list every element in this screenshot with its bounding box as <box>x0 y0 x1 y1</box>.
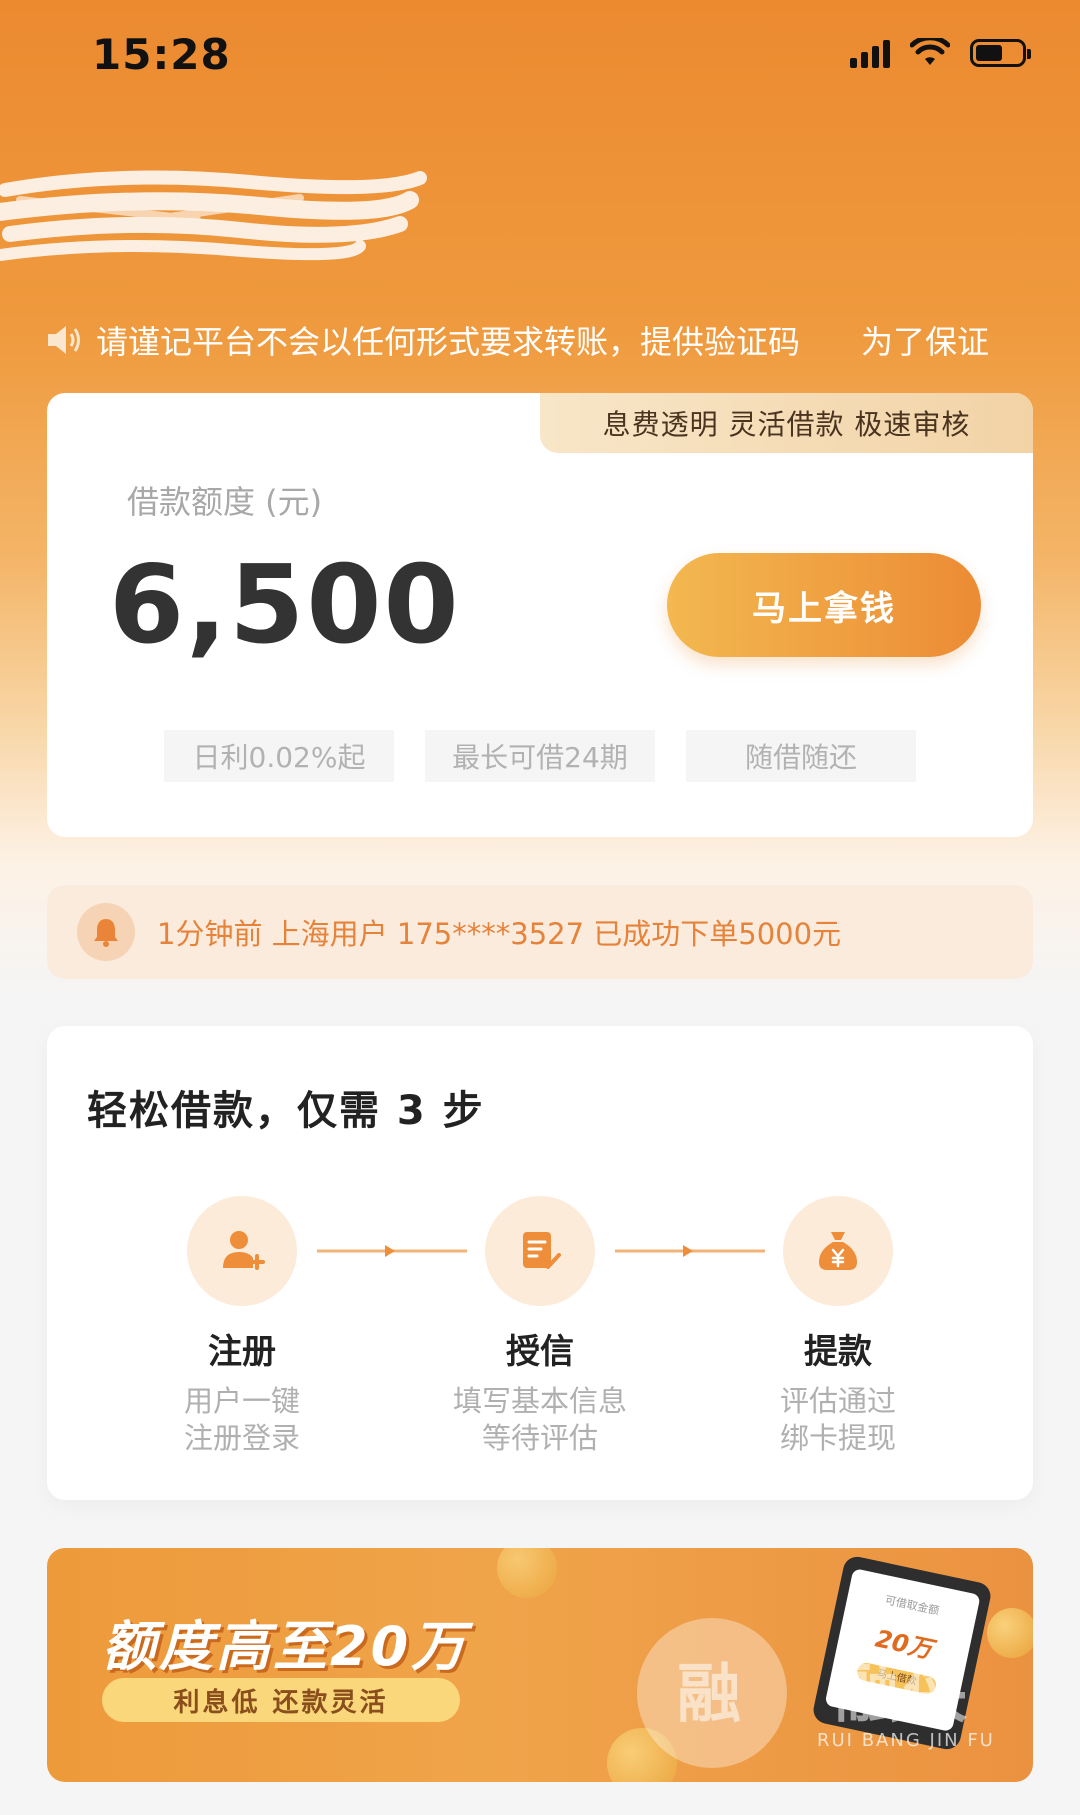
steps-title: 轻松借款，仅需 3 步 <box>87 1088 485 1134</box>
get-money-button[interactable]: 马上拿钱 <box>667 553 981 657</box>
feature-chips: 日利0.02%起 最长可借24期 随借随还 <box>164 730 916 782</box>
cellular-signal-icon <box>850 38 890 68</box>
loan-limit-card: 息费透明 灵活借款 极速审核 借款额度 (元) 6,500 马上拿钱 日利0.0… <box>47 393 1033 837</box>
banner-subtitle: 利息低 还款灵活 <box>102 1678 460 1722</box>
step-desc-line: 填写基本信息 <box>452 1384 627 1418</box>
watermark-char: 融侠 <box>835 1658 971 1732</box>
activity-ticker: 1分钟前 上海用户 175****3527 已成功下单5000元 <box>47 885 1033 979</box>
user-add-icon <box>187 1196 297 1306</box>
step-desc: 评估通过 绑卡提现 <box>708 1383 968 1457</box>
watermark-pinyin: RUI BANG JIN FU <box>817 1730 995 1751</box>
step-credit: 授信 填写基本信息 等待评估 <box>410 1196 670 1457</box>
step-desc-line: 用户一键 <box>183 1384 300 1418</box>
step-desc-line: 绑卡提现 <box>779 1421 896 1455</box>
step-name: 注册 <box>208 1332 276 1372</box>
document-check-icon <box>485 1196 595 1306</box>
limit-amount: 6,500 <box>109 543 461 668</box>
banner-title: 额度高至20万 <box>102 1615 469 1678</box>
tagline-badge: 息费透明 灵活借款 极速审核 <box>540 393 1033 453</box>
step-desc-line: 评估通过 <box>779 1384 896 1418</box>
battery-icon <box>970 39 1031 67</box>
step-register: 注册 用户一键 注册登录 <box>112 1196 372 1457</box>
step-withdraw: 提款 评估通过 绑卡提现 <box>708 1196 968 1457</box>
coin-decoration <box>497 1548 557 1598</box>
coin-decoration <box>987 1608 1033 1658</box>
bell-icon <box>77 903 135 961</box>
step-desc: 填写基本信息 等待评估 <box>410 1383 670 1457</box>
watermark-char: 融 <box>677 1658 745 1732</box>
status-bar: 15:28 <box>0 0 1080 110</box>
step-name: 提款 <box>804 1332 872 1372</box>
notice-marquee: 请谨记平台不会以任何形式要求转账，提供验证码 为了保证 <box>44 318 1080 362</box>
notice-text: 请谨记平台不会以任何形式要求转账，提供验证码 为了保证 <box>96 323 990 361</box>
feature-chip: 最长可借24期 <box>425 730 655 782</box>
wifi-icon <box>910 38 950 65</box>
promo-banner[interactable]: 额度高至20万 利息低 还款灵活 可借取金额 20万 马上借款 融融侠 RUI … <box>47 1548 1033 1782</box>
speaker-icon <box>48 326 80 354</box>
activity-text: 1分钟前 上海用户 175****3527 已成功下单5000元 <box>157 917 842 951</box>
redacted-scribble <box>0 170 427 261</box>
feature-chip: 随借随还 <box>686 730 916 782</box>
step-desc-line: 注册登录 <box>183 1421 300 1455</box>
step-name: 授信 <box>506 1332 574 1372</box>
limit-label: 借款额度 (元) <box>127 483 323 521</box>
step-desc-line: 等待评估 <box>481 1421 598 1455</box>
status-icons <box>850 38 1031 68</box>
watermark-text: 融 融侠 <box>677 1643 971 1735</box>
money-bag-icon <box>783 1196 893 1306</box>
step-desc: 用户一键 注册登录 <box>112 1383 372 1457</box>
feature-chip: 日利0.02%起 <box>164 730 394 782</box>
status-time: 15:28 <box>92 30 231 79</box>
steps-card: 轻松借款，仅需 3 步 注册 用户一键 注册登录 授信 填写基本信息 等待评估 … <box>47 1026 1033 1500</box>
